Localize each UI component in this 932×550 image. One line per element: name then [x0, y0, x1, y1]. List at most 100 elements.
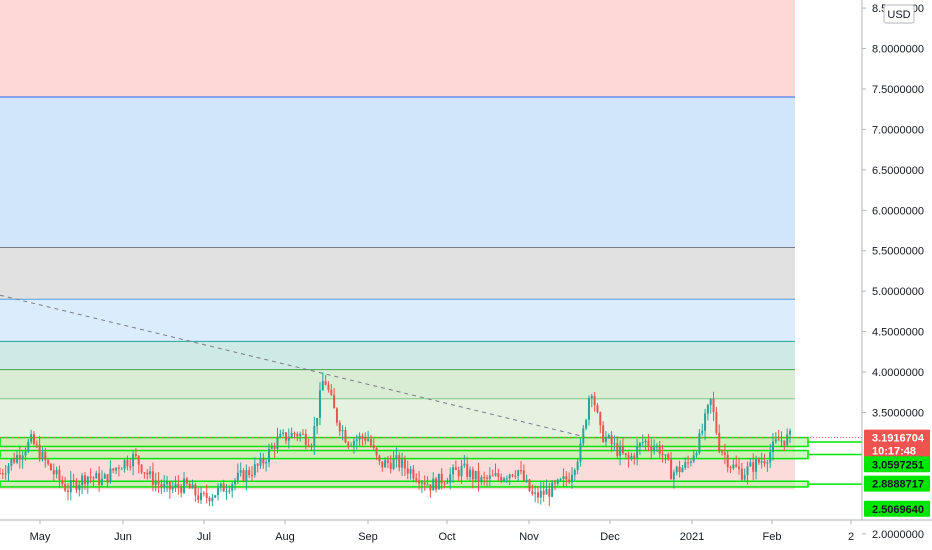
candle-body — [777, 439, 780, 441]
candle-body — [585, 419, 588, 429]
candle-body — [13, 459, 16, 463]
candle-body — [316, 417, 319, 427]
price-tick-label: 8.0000000 — [872, 44, 924, 56]
candle-body — [471, 469, 474, 480]
candle-body — [630, 455, 633, 460]
candle-body — [539, 490, 542, 498]
candle-body — [395, 455, 398, 459]
candle-body — [389, 462, 392, 470]
candle-body — [163, 483, 166, 488]
candle-body — [721, 451, 724, 453]
candle-body — [140, 464, 143, 473]
price-chart[interactable]: 8.50000008.00000007.50000007.00000006.50… — [0, 0, 932, 550]
candle-body — [514, 475, 517, 477]
candle-body — [21, 455, 24, 460]
candle-body — [616, 443, 619, 456]
candle-body — [276, 436, 279, 449]
support-band[interactable] — [0, 480, 809, 488]
candle-body — [256, 464, 259, 466]
time-axis-background[interactable] — [0, 520, 932, 550]
candle-body — [64, 484, 67, 491]
candle-body — [440, 473, 443, 484]
candle-body — [667, 454, 670, 460]
candle-body — [369, 439, 372, 446]
support-band[interactable] — [0, 436, 809, 448]
candle-body — [409, 469, 412, 474]
candle-body — [265, 462, 268, 464]
candle-body — [437, 473, 440, 490]
candle-body — [619, 446, 622, 456]
candle-body — [522, 470, 525, 481]
candle-body — [313, 426, 316, 447]
candle-body — [239, 470, 242, 473]
candle-body — [267, 448, 270, 463]
candle-body — [117, 467, 120, 469]
candle-body — [72, 479, 75, 482]
time-tick-label: Feb — [763, 531, 782, 543]
price-tick-label: 5.5000000 — [872, 246, 924, 258]
candle-body — [644, 440, 647, 443]
candle-body — [749, 462, 752, 467]
candle-body — [698, 433, 701, 454]
candle-body — [706, 404, 709, 414]
candle-body — [174, 483, 177, 488]
price-tick-label: 6.0000000 — [872, 205, 924, 217]
candle-body — [183, 478, 186, 493]
candle-body — [211, 497, 214, 502]
candle-body — [695, 453, 698, 456]
time-tick-label: 2021 — [680, 531, 704, 543]
candle-body — [355, 439, 358, 441]
candle-body — [511, 474, 514, 476]
candle-body — [443, 483, 446, 485]
candle-body — [188, 483, 191, 489]
fib-zones-layer — [0, 0, 795, 490]
candle-body — [593, 395, 596, 406]
candle-body — [86, 476, 89, 485]
candle-body — [565, 476, 568, 480]
candle-body — [525, 479, 528, 481]
candle-body — [89, 476, 92, 478]
candle-body — [491, 475, 494, 477]
time-tick-label: Jul — [197, 531, 211, 543]
candle-body — [151, 471, 154, 485]
candle-body — [772, 441, 775, 453]
candle-body — [129, 466, 132, 468]
time-tick-label: Dec — [600, 531, 620, 543]
support-band[interactable] — [0, 449, 809, 460]
candle-body — [517, 470, 520, 476]
candle-body — [287, 437, 290, 441]
candle-body — [236, 472, 239, 481]
candle-body — [783, 440, 786, 446]
price-tag-label: 10:17:48 — [872, 446, 916, 458]
price-tick-label: 7.0000000 — [872, 124, 924, 136]
candle-body — [58, 469, 61, 480]
candle-body — [284, 432, 287, 441]
candle-body — [636, 446, 639, 459]
time-tick-label: Sep — [358, 531, 378, 543]
candle-body — [602, 425, 605, 442]
candle-body — [66, 490, 69, 493]
candle-body — [338, 422, 341, 432]
candle-body — [766, 462, 769, 464]
candle-body — [92, 477, 95, 479]
price-tick-label: 4.5000000 — [872, 327, 924, 339]
candle-body — [248, 470, 251, 476]
candle-body — [352, 440, 355, 446]
candle-body — [234, 480, 237, 485]
candle-body — [675, 466, 678, 473]
candle-body — [200, 492, 203, 501]
candle-body — [559, 479, 562, 481]
price-tag-label: 2.8888717 — [872, 479, 924, 491]
candle-body — [534, 492, 537, 494]
time-tick-label: 2 — [848, 531, 854, 543]
candle-body — [44, 451, 47, 461]
candle-body — [166, 481, 169, 484]
candle-body — [735, 464, 738, 467]
candle-body — [732, 464, 735, 469]
candle-body — [752, 462, 755, 472]
currency-button[interactable]: USD — [883, 4, 915, 24]
candle-body — [401, 459, 404, 468]
candle-body — [217, 487, 220, 496]
candle-body — [168, 481, 171, 490]
candle-body — [457, 469, 460, 477]
